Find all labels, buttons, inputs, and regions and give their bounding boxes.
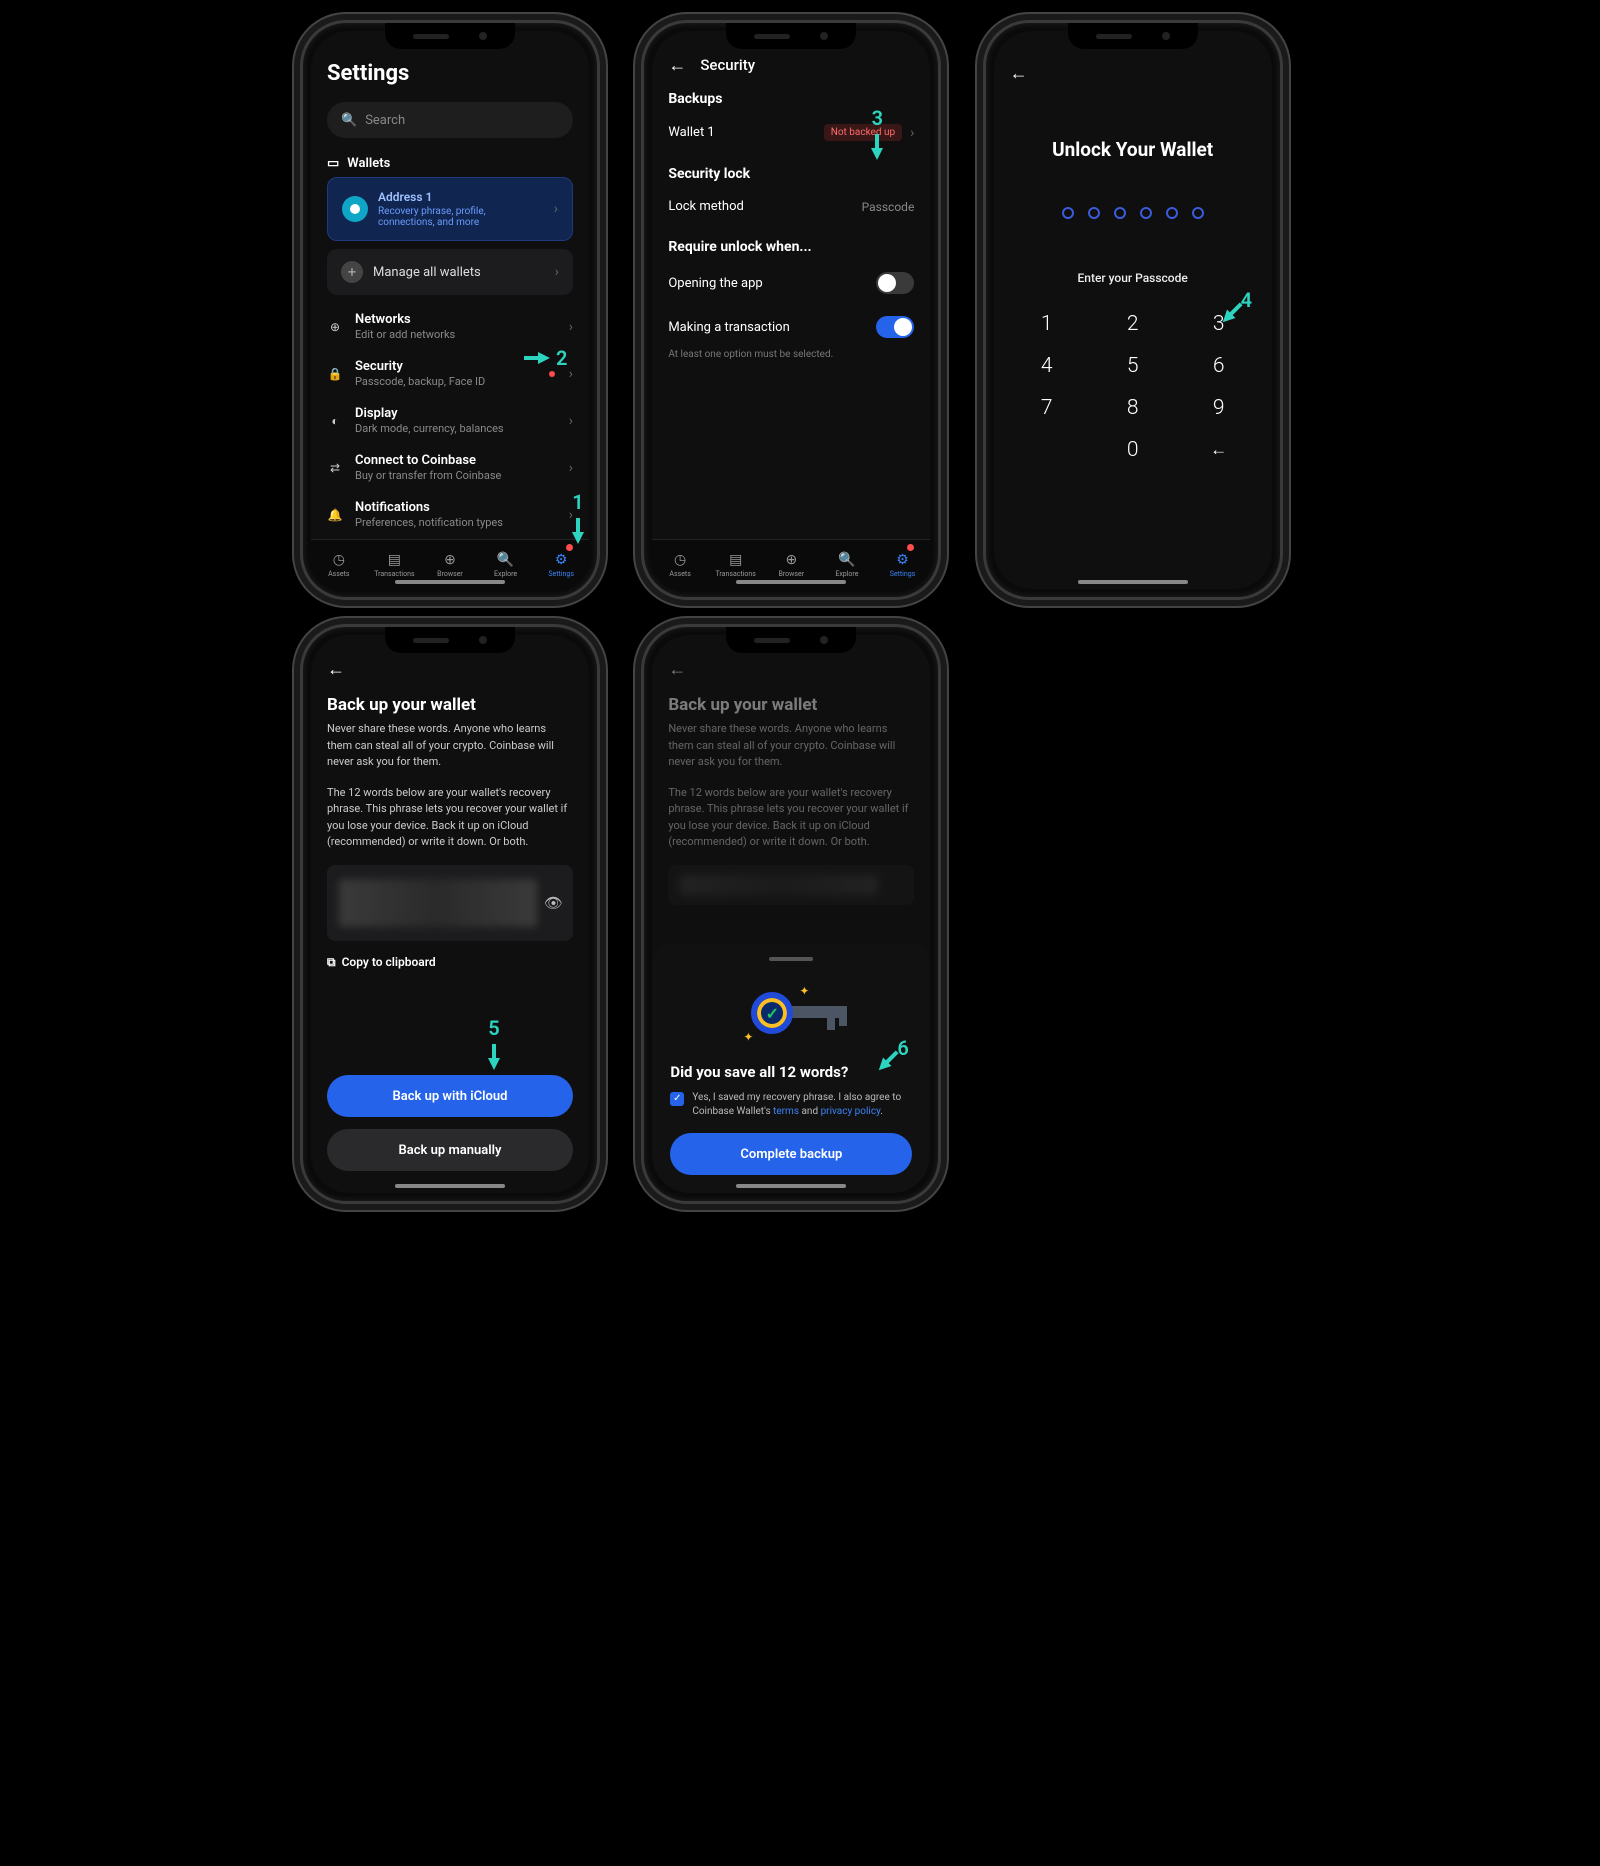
key-3[interactable]: 3	[1176, 303, 1262, 345]
key-blank	[1004, 429, 1090, 471]
back-button: ←	[668, 659, 686, 680]
globe-icon: ⊕	[327, 320, 343, 334]
consent-row[interactable]: ✓ Yes, I saved my recovery phrase. I als…	[670, 1091, 912, 1119]
phone-frame: ← Unlock Your Wallet Enter your Passcode…	[983, 20, 1283, 600]
complete-backup-button[interactable]: Complete backup	[670, 1133, 912, 1175]
wallet-icon: ▭	[327, 156, 339, 171]
opening-toggle[interactable]	[876, 272, 914, 294]
backup-manual-button[interactable]: Back up manually	[327, 1129, 573, 1171]
lock-icon: 🔒	[327, 367, 343, 381]
sheet-handle[interactable]	[769, 957, 813, 961]
chevron-right-icon: ›	[569, 460, 573, 476]
unlock-title: Unlock Your Wallet	[994, 138, 1272, 161]
backup-warning-1: Never share these words. Anyone who lear…	[311, 721, 589, 785]
reveal-icon[interactable]: 👁	[544, 894, 563, 912]
unlock-hint: At least one option must be selected.	[652, 349, 930, 360]
manage-wallets-row[interactable]: + Manage all wallets ›	[327, 249, 573, 295]
gear-icon: ⚙	[555, 552, 568, 568]
phone-frame: ← Back up your wallet Never share these …	[641, 624, 941, 1204]
alert-dot	[566, 544, 573, 551]
tab-settings[interactable]: ⚙Settings	[533, 540, 589, 589]
page-title: Settings	[327, 61, 573, 86]
key-backspace[interactable]: ←	[1176, 429, 1262, 471]
key-2[interactable]: 2	[1090, 303, 1176, 345]
key-6[interactable]: 6	[1176, 345, 1262, 387]
clock-icon: ◷	[333, 552, 345, 568]
phone-frame: Settings 🔍 Search ▭ Wallets Address 1 Re…	[300, 20, 600, 600]
key-4[interactable]: 4	[1004, 345, 1090, 387]
address-subtitle: Recovery phrase, profile, connections, a…	[378, 206, 544, 228]
tab-assets[interactable]: ◷Assets	[311, 540, 367, 589]
connect-coinbase-row[interactable]: ⇄ Connect to CoinbaseBuy or transfer fro…	[311, 444, 589, 491]
phone-frame: ← Security Backups Wallet 1 Not backed u…	[641, 20, 941, 600]
chevron-right-icon: ›	[555, 264, 559, 280]
recovery-phrase-box: 👁	[327, 865, 573, 941]
transfer-icon: ⇄	[327, 461, 343, 475]
enter-passcode-label: Enter your Passcode	[994, 271, 1272, 285]
chevron-right-icon: ›	[554, 201, 558, 217]
privacy-link[interactable]: privacy policy	[821, 1106, 881, 1117]
avatar	[342, 196, 368, 222]
list-icon: ▤	[388, 552, 401, 568]
require-unlock-heading: Require unlock when...	[652, 225, 930, 261]
chevron-right-icon: ›	[569, 366, 573, 382]
lock-method-row[interactable]: Lock method Passcode	[652, 188, 930, 225]
plus-icon: +	[341, 261, 363, 283]
opening-app-row: Opening the app	[652, 261, 930, 305]
backup-warning-2: The 12 words below are your wallet's rec…	[311, 785, 589, 865]
page-title: Security	[700, 56, 755, 74]
keypad: 1 2 3 4 5 6 7 8 9 0 ←	[994, 303, 1272, 471]
status-badge: Not backed up	[824, 124, 902, 141]
consent-checkbox[interactable]: ✓	[670, 1092, 684, 1106]
primary-wallet-card[interactable]: Address 1 Recovery phrase, profile, conn…	[327, 177, 573, 241]
transaction-toggle[interactable]	[876, 316, 914, 338]
backup-icloud-button[interactable]: Back up with iCloud	[327, 1075, 573, 1117]
sheet-title: Did you save all 12 words?	[670, 1063, 912, 1081]
back-button[interactable]: ←	[327, 659, 345, 680]
tab-assets[interactable]: ◷Assets	[652, 540, 708, 589]
back-button[interactable]: ←	[1010, 63, 1028, 84]
phone-frame: ← Back up your wallet Never share these …	[300, 624, 600, 1204]
bell-icon: 🔔	[327, 508, 343, 522]
transaction-row: Making a transaction	[652, 305, 930, 349]
key-7[interactable]: 7	[1004, 387, 1090, 429]
backups-heading: Backups	[652, 77, 930, 113]
confirmation-sheet: ✦ ✦ Did you save all 12 words? ✓ Yes, I …	[652, 943, 930, 1193]
key-0[interactable]: 0	[1090, 429, 1176, 471]
address-title: Address 1	[378, 190, 544, 204]
chevron-right-icon: ›	[569, 413, 573, 429]
backup-title: Back up your wallet	[311, 681, 589, 721]
wallets-section-label: ▭ Wallets	[311, 146, 589, 177]
security-row[interactable]: 🔒 SecurityPasscode, backup, Face ID ›	[311, 350, 589, 397]
key-8[interactable]: 8	[1090, 387, 1176, 429]
back-button[interactable]: ←	[668, 55, 686, 76]
security-lock-heading: Security lock	[652, 152, 930, 188]
globe-icon: ⊕	[444, 552, 456, 568]
key-5[interactable]: 5	[1090, 345, 1176, 387]
search-icon: 🔍	[497, 552, 514, 568]
search-input[interactable]: 🔍 Search	[327, 102, 573, 138]
key-illustration: ✦ ✦	[670, 975, 912, 1049]
search-placeholder: Search	[365, 113, 405, 128]
alert-dot	[549, 371, 555, 377]
chevron-right-icon: ›	[569, 319, 573, 335]
chevron-right-icon: ›	[910, 125, 914, 141]
copy-icon: ⧉	[327, 955, 336, 970]
consent-text: Yes, I saved my recovery phrase. I also …	[692, 1091, 912, 1119]
notifications-row[interactable]: 🔔 NotificationsPreferences, notification…	[311, 491, 589, 538]
pin-dots	[994, 207, 1272, 219]
key-1[interactable]: 1	[1004, 303, 1090, 345]
moon-icon: ◐	[327, 414, 343, 428]
display-row[interactable]: ◐ DisplayDark mode, currency, balances ›	[311, 397, 589, 444]
key-9[interactable]: 9	[1176, 387, 1262, 429]
copy-to-clipboard[interactable]: ⧉ Copy to clipboard	[311, 951, 589, 984]
tab-settings[interactable]: ⚙Settings	[875, 540, 931, 589]
networks-row[interactable]: ⊕ NetworksEdit or add networks ›	[311, 303, 589, 350]
chevron-right-icon: ›	[569, 507, 573, 523]
wallet-backup-row[interactable]: Wallet 1 Not backed up ›	[652, 113, 930, 152]
terms-link[interactable]: terms	[773, 1106, 799, 1117]
search-icon: 🔍	[341, 113, 357, 128]
